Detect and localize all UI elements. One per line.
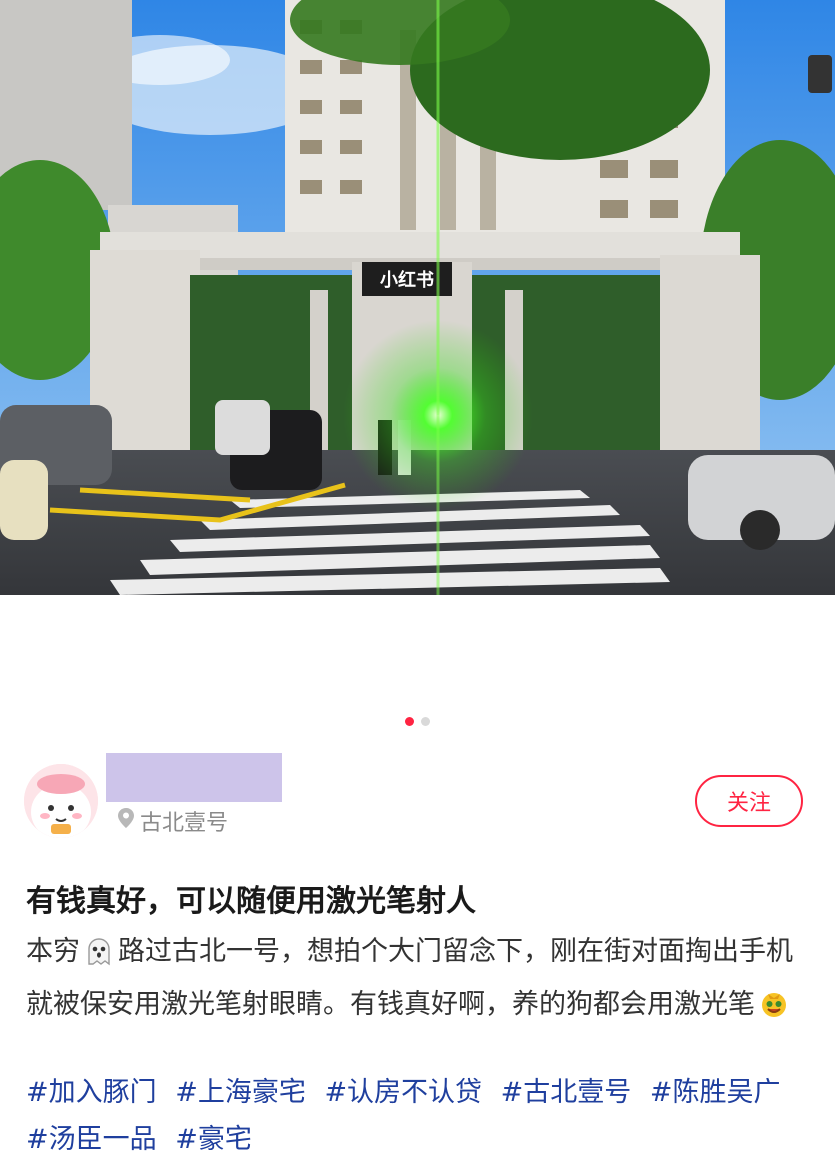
hashtag-link[interactable]: #汤臣一品 [26,1124,157,1155]
hashtag-link[interactable]: #加入豚门 [26,1077,157,1108]
ghost-emoji-icon [84,934,114,981]
post-title: 有钱真好，可以随便用激光笔射人 [26,884,476,919]
carousel-indicator[interactable] [0,717,835,726]
hashtag-list: #加入豚门 #上海豪宅 #认房不认贷 #古北壹号 #陈胜吴广 #汤臣一品 #豪宅 [26,1069,816,1163]
hashtag-link[interactable]: #陈胜吴广 [650,1077,781,1108]
hashtag-link[interactable]: #豪宅 [175,1124,252,1155]
username-redacted [106,753,282,802]
hashtag-link[interactable]: #上海豪宅 [175,1077,306,1108]
post-body: 本穷 路过古北一号，想拍个大门留念下，刚在街对面掏出手机就被保安用激光笔射眼睛。有… [26,928,816,1034]
money-face-emoji-icon [759,987,789,1034]
post-photo[interactable]: 小红书 [0,0,835,595]
location-text: 古北壹号 [140,811,229,836]
carousel-dot[interactable] [421,717,430,726]
gate-sign-text: 小红书 [380,269,434,291]
follow-button[interactable]: 关注 [695,775,803,827]
post-body-part1: 本穷 [26,936,80,967]
location-tag[interactable]: 古北壹号 [118,805,228,837]
hashtag-link[interactable]: #古北壹号 [501,1077,632,1108]
hashtag-link[interactable]: #认房不认贷 [324,1077,482,1108]
post-body-part2: 路过古北一号，想拍个大门留念下，刚在街对面掏出手机就被保安用激光笔射眼睛。有钱真… [26,936,793,1020]
avatar[interactable] [24,764,98,838]
carousel-dot-active[interactable] [405,717,414,726]
location-pin-icon [118,808,134,834]
